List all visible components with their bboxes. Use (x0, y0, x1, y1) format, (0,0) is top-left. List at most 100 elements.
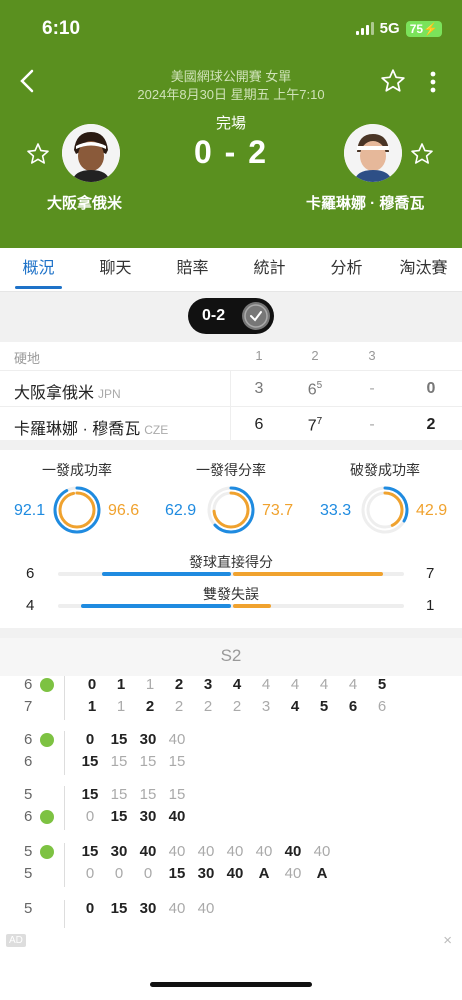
point-value: 30 (139, 731, 157, 748)
tab-analysis[interactable]: 分析 (308, 248, 385, 291)
point-value: 30 (197, 865, 215, 882)
tab-overview[interactable]: 概況 (0, 248, 77, 291)
away-set1: 6 (254, 416, 264, 433)
tab-chat[interactable]: 聊天 (77, 248, 154, 291)
ring-home-value-3: 33.3 (320, 502, 352, 519)
server-check-icon (40, 678, 54, 692)
point-value: 4 (348, 676, 358, 693)
double-faults-home-fill (80, 604, 231, 608)
point-row: 5 15 30 40 40 40 40 40 40 40 (0, 843, 462, 865)
ad-banner[interactable]: AD × (0, 928, 462, 1000)
set-summary-pill[interactable]: 0-2 (188, 298, 274, 334)
server-check-icon (40, 733, 54, 747)
point-value: 40 (226, 865, 244, 882)
point-value: 40 (226, 843, 244, 860)
point-row: 6 0 1 1 2 3 4 4 4 4 4 5 (0, 676, 462, 698)
home-set3: - (369, 380, 375, 397)
point-value: 15 (168, 865, 186, 882)
set-header-3: 3 (368, 348, 376, 363)
ad-label: AD (6, 934, 26, 947)
away-player-name[interactable]: 卡羅琳娜 · 穆喬瓦 (306, 192, 424, 213)
home-player-name[interactable]: 大阪拿俄米 (47, 192, 122, 213)
double-faults-bar (58, 604, 404, 608)
match-datetime: 2024年8月30日 星期五 上午7:10 (137, 87, 325, 102)
tab-odds[interactable]: 賠率 (154, 248, 231, 291)
competition-name[interactable]: 美國網球公開賽 女單 (0, 66, 462, 85)
home-indicator[interactable] (150, 982, 312, 987)
match-status: 完場 (215, 115, 246, 132)
home-player-avatar[interactable] (62, 124, 120, 182)
point-value: 40 (168, 843, 186, 860)
game-score: 6 (24, 753, 33, 770)
game-score: 5 (24, 865, 33, 882)
ring-title-1: 一發成功率 (42, 462, 112, 478)
ring-away-value-3: 42.9 (416, 502, 448, 519)
double-faults-title: 雙發失誤 (203, 586, 259, 602)
point-value: 15 (168, 786, 186, 803)
double-faults-home: 4 (26, 597, 35, 614)
status-time: 6:10 (42, 18, 81, 39)
row-divider (64, 731, 65, 775)
section-divider (0, 628, 462, 638)
point-value: 4 (261, 676, 271, 693)
point-value: 1 (87, 698, 97, 715)
point-value: 15 (110, 753, 128, 770)
network-label: 5G (379, 20, 400, 37)
point-value: 15 (81, 843, 99, 860)
home-country: JPN (98, 387, 121, 401)
point-value: 15 (110, 808, 128, 825)
tab-knockout[interactable]: 淘汰賽 (385, 248, 462, 291)
point-value: 1 (116, 676, 126, 693)
game-score: 7 (24, 698, 33, 715)
point-value: 3 (261, 698, 271, 715)
point-value: 40 (197, 843, 215, 860)
double-faults-away: 1 (426, 597, 435, 614)
point-value: 40 (255, 843, 273, 860)
point-value: A (258, 865, 270, 882)
set-label[interactable]: S2 (0, 646, 462, 666)
point-value: 40 (168, 731, 186, 748)
point-value: 0 (85, 808, 95, 825)
ring-title-3: 破發成功率 (350, 462, 420, 478)
game-score: 5 (24, 900, 33, 917)
away-set2: 77 (300, 416, 330, 435)
aces-away: 7 (426, 565, 435, 582)
away-player-avatar[interactable] (344, 124, 402, 182)
home-set1: 3 (254, 380, 264, 397)
game-score: 5 (24, 843, 33, 860)
point-value: 1 (145, 676, 155, 693)
home-name: 大阪拿俄米 (14, 385, 95, 402)
point-value: 4 (232, 676, 242, 693)
ring-home-value-1: 92.1 (14, 502, 46, 519)
favorite-away-star-icon[interactable] (410, 142, 434, 166)
set-row-home: 大阪拿俄米 JPN 3 65 - 0 (0, 370, 462, 443)
check-icon (242, 302, 270, 330)
point-value: 0 (85, 865, 95, 882)
point-value: 15 (81, 786, 99, 803)
point-value: 1 (116, 698, 126, 715)
point-value: 30 (139, 808, 157, 825)
point-value: 3 (203, 676, 213, 693)
ring-away-value-1: 96.6 (108, 502, 140, 519)
first-serve-ring-chart (53, 486, 101, 534)
ad-close-icon[interactable]: × (443, 932, 452, 949)
set-row-player-name: 大阪拿俄米 JPN (14, 379, 121, 403)
favorite-home-star-icon[interactable] (26, 142, 50, 166)
surface-label: 硬地 (14, 351, 41, 366)
point-value: 30 (110, 843, 128, 860)
tab-bar: 概況 聊天 賠率 統計 分析 淘汰賽 (0, 248, 462, 292)
point-value: 2 (232, 698, 242, 715)
ring-away-arc (58, 491, 96, 529)
set-row-player-name: 卡羅琳娜 · 穆喬瓦 CZE (14, 415, 168, 439)
tab-stats[interactable]: 統計 (231, 248, 308, 291)
home-set2: 65 (300, 380, 330, 399)
row-divider (64, 786, 65, 830)
point-value: 15 (139, 786, 157, 803)
set-header-2: 2 (311, 348, 319, 363)
point-value: 40 (168, 900, 186, 917)
game-score: 6 (24, 676, 33, 693)
point-value: 4 (290, 698, 300, 715)
point-value: 5 (377, 676, 387, 693)
point-value: 40 (139, 843, 157, 860)
key-stats-panel: 一發成功率 一發得分率 破發成功率 92.1 96.6 62.9 73.7 33… (0, 452, 462, 628)
